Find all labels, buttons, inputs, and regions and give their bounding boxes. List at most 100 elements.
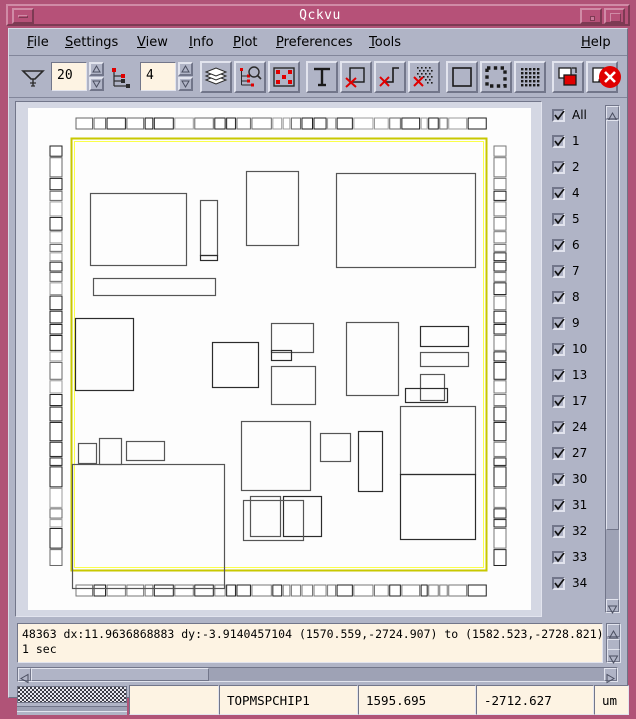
funnel-icon[interactable] [19, 63, 47, 91]
layer-checkbox-6[interactable] [552, 239, 565, 252]
tree-magnifier-icon[interactable] [234, 61, 266, 93]
layout-block [419, 325, 470, 348]
level-spinner-down[interactable] [178, 77, 193, 91]
depth-input[interactable]: 20 [51, 62, 87, 91]
layer-checkbox-10[interactable] [552, 343, 565, 356]
message-scroll-down-arrow-icon[interactable] [607, 649, 620, 665]
menu-preferences[interactable]: Preferences [272, 33, 356, 52]
layer-checkbox-9[interactable] [552, 317, 565, 330]
scroll-down-arrow-icon[interactable] [606, 599, 619, 615]
dashed-square-icon[interactable] [480, 61, 512, 93]
red-stop-circle-icon[interactable] [596, 63, 624, 91]
status-cell-name[interactable]: TOPMSPCHIP1 [219, 685, 358, 715]
layout-blocks [71, 170, 477, 590]
copy-red-page-icon[interactable] [552, 61, 584, 93]
layer-label: 6 [572, 238, 580, 252]
maximize-icon[interactable] [604, 8, 625, 24]
layout-block [345, 321, 400, 397]
text-T-icon[interactable] [306, 61, 338, 93]
layer-label: 8 [572, 290, 580, 304]
layer-checkbox-34[interactable] [552, 577, 565, 590]
layout-block [89, 192, 188, 267]
layer-checkbox-2[interactable] [552, 161, 565, 174]
layer-checkbox-13[interactable] [552, 369, 565, 382]
layer-checkbox-8[interactable] [552, 291, 565, 304]
layer-checkbox-4[interactable] [552, 187, 565, 200]
menu-file[interactable]: File [23, 33, 53, 52]
layer-checkbox-27[interactable] [552, 447, 565, 460]
layer-checkbox-30[interactable] [552, 473, 565, 486]
restore-icon[interactable] [580, 8, 602, 24]
app-window: Qckvu File Settings View Info Plot Preference… [0, 0, 636, 715]
status-x-coordinate[interactable]: 1595.695 [358, 685, 476, 715]
layout-block [242, 499, 305, 542]
window-title: Qckvu [299, 8, 341, 23]
minimize-icon[interactable] [12, 8, 34, 24]
layer-checkbox-33[interactable] [552, 551, 565, 564]
status-y-coordinate[interactable]: -2712.627 [476, 685, 594, 715]
layer-label: 7 [572, 264, 580, 278]
menu-settings[interactable]: Settings [61, 33, 122, 52]
status-units[interactable]: um [594, 685, 629, 715]
chip-layout-drawing [49, 117, 507, 597]
menu-bar: File Settings View Info Plot Preferences Tools… [9, 29, 627, 56]
menu-info[interactable]: Info [185, 33, 218, 52]
level-input[interactable]: 4 [140, 62, 176, 91]
message-area: 48363 dx:11.9636868883 dy:-3.9140457104 … [15, 621, 623, 665]
level-spinner-up[interactable] [178, 62, 193, 76]
message-vertical-scrollbar[interactable] [606, 623, 621, 665]
layer-checkbox-all[interactable] [552, 109, 565, 122]
status-blank-field[interactable] [129, 685, 219, 715]
layer-checkbox-31[interactable] [552, 499, 565, 512]
dotted-grid-icon[interactable] [514, 61, 546, 93]
progress-indicator [17, 685, 127, 715]
depth-spinner-down[interactable] [89, 77, 104, 91]
layout-block [74, 317, 135, 392]
layer-checkbox-32[interactable] [552, 525, 565, 538]
layout-block [240, 420, 312, 492]
layer-label: 24 [572, 420, 588, 434]
layout-canvas-frame[interactable] [15, 101, 542, 617]
layer-label: 31 [572, 498, 588, 512]
layer-label: 30 [572, 472, 588, 486]
layer-checkbox-17[interactable] [552, 395, 565, 408]
layout-canvas[interactable] [28, 108, 531, 610]
layout-block [282, 495, 323, 538]
message-horizontal-scrollbar[interactable] [17, 667, 618, 684]
progress-hatch-fill [17, 686, 127, 703]
layer-label: 9 [572, 316, 580, 330]
status-bar: TOPMSPCHIP1 1595.695 -2712.627 um [9, 685, 629, 719]
fill-delete-icon[interactable] [408, 61, 440, 93]
path-delete-icon[interactable] [374, 61, 406, 93]
chip-boundary-inner [74, 141, 484, 568]
layer-list-panel: All 1 2 4 5 6 7 8 9 10 13 17 24 27 30 31 32 33 34 [546, 101, 623, 617]
menu-plot[interactable]: Plot [229, 33, 262, 52]
hollow-square-icon[interactable] [446, 61, 478, 93]
layers-stack-icon[interactable] [200, 61, 232, 93]
layer-checkbox-24[interactable] [552, 421, 565, 434]
message-scroll-right-arrow-icon[interactable] [604, 668, 617, 684]
scroll-up-arrow-icon[interactable] [606, 106, 619, 121]
layer-checkbox-7[interactable] [552, 265, 565, 278]
layout-block [77, 442, 98, 465]
layer-checkbox-5[interactable] [552, 213, 565, 226]
layer-label: 34 [572, 576, 588, 590]
box-delete-icon[interactable] [340, 61, 372, 93]
layer-list-scrollbar[interactable] [605, 105, 620, 615]
depth-spinner-up[interactable] [89, 62, 104, 76]
layout-block [199, 254, 219, 262]
layer-label: 33 [572, 550, 588, 564]
message-text[interactable]: 48363 dx:11.9636868883 dy:-3.9140457104 … [17, 623, 603, 663]
hierarchy-tree-icon[interactable] [108, 63, 136, 91]
menu-view[interactable]: View [133, 33, 172, 52]
message-scroll-up-arrow-icon[interactable] [607, 624, 620, 639]
layout-block [245, 170, 300, 247]
menu-tools[interactable]: Tools [365, 33, 405, 52]
layer-checkbox-1[interactable] [552, 135, 565, 148]
selection-box-icon[interactable] [268, 61, 300, 93]
message-scroll-left-arrow-icon[interactable] [18, 668, 31, 684]
menu-help[interactable]: Help [577, 33, 615, 52]
message-hscroll-thumb[interactable] [31, 668, 209, 681]
layer-label: 1 [572, 134, 580, 148]
layer-scroll-thumb[interactable] [606, 120, 619, 530]
